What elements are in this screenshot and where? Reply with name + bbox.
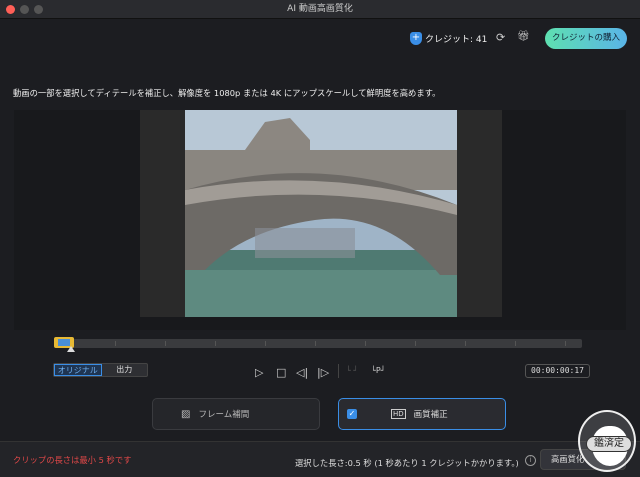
window-title: AI 動画高画質化: [287, 4, 353, 14]
divider: [338, 364, 339, 378]
mark-out-icon[interactable]: └P┘: [371, 366, 385, 375]
buy-credits-button[interactable]: クレジットの購入: [545, 28, 627, 49]
checkbox-checked[interactable]: ✓: [347, 409, 357, 419]
hd-icon: HD: [391, 409, 406, 419]
title-bar: AI 動画高画質化: [0, 0, 640, 19]
clip-length-warning: クリップの長さは最小 5 秒です: [13, 455, 132, 465]
refresh-icon[interactable]: ⟳: [496, 31, 505, 44]
frame-image-icon: ▨: [181, 408, 191, 420]
frame-interpolation-label: フレーム補間: [198, 410, 250, 420]
gift-icon[interactable]: 🎁︎: [517, 31, 530, 42]
close-window-button[interactable]: [6, 5, 15, 14]
zoom-window-button[interactable]: [34, 5, 43, 14]
playhead[interactable]: [67, 346, 75, 352]
credit-shield-icon: +: [410, 32, 422, 45]
selection-info: 選択した長さ:0.5 秒 (1 秒あたり 1 クレジットかかります。): [295, 458, 519, 468]
info-icon[interactable]: i: [525, 455, 536, 466]
output-tab[interactable]: 出力: [102, 364, 148, 376]
description-text: 動画の一部を選択してディテールを補正し、解像度を 1080p または 4K にア…: [13, 88, 441, 98]
credit-label: クレジット: 41: [425, 35, 488, 45]
minimize-window-button[interactable]: [20, 5, 29, 14]
quality-enhance-label: 画質補正: [413, 410, 448, 420]
timecode: 00:00:00:17: [525, 364, 590, 378]
original-tab[interactable]: オリジナル: [54, 364, 102, 376]
video-preview: [185, 110, 457, 317]
mark-in-icon[interactable]: └ ┘: [346, 366, 358, 375]
quality-enhance-option[interactable]: ✓ HD 画質補正: [338, 398, 506, 430]
play-icon[interactable]: ▷: [255, 366, 263, 379]
previous-frame-icon[interactable]: ◁|: [296, 366, 308, 379]
stop-icon[interactable]: □: [276, 366, 286, 379]
view-toggle: オリジナル 出力: [53, 363, 148, 377]
timeline-track[interactable]: [55, 339, 582, 348]
next-frame-icon[interactable]: |▷: [317, 366, 329, 379]
watermark-seal: 鑑済定: [578, 410, 636, 472]
frame-interpolation-option[interactable]: ▨ フレーム補間: [152, 398, 320, 430]
credit-display: + クレジット: 41: [410, 32, 487, 45]
